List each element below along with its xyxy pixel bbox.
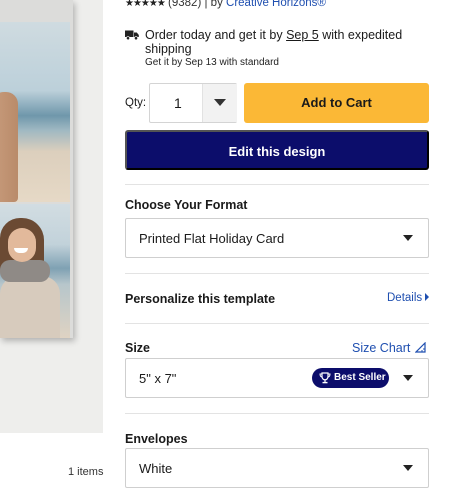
brand-link[interactable]: Creative Horizons®	[226, 0, 326, 9]
items-count: 1 items	[68, 466, 104, 478]
photo-person	[0, 92, 18, 202]
divider	[125, 184, 429, 185]
chevron-right-icon	[425, 293, 430, 301]
photo-scarf	[0, 260, 50, 282]
quantity-value: 1	[174, 95, 182, 111]
add-to-cart-button[interactable]: Add to Cart	[244, 83, 429, 123]
envelopes-title: Envelopes	[125, 432, 188, 446]
envelopes-value: White	[139, 461, 173, 476]
by-label: | by	[204, 0, 223, 9]
chevron-down-icon	[403, 235, 413, 241]
product-preview	[0, 0, 103, 500]
delivery-text-before: Order today and get it by	[145, 28, 283, 42]
rating-row: ★★★★★ (9382) | by Creative Horizons®	[125, 0, 326, 9]
size-title: Size	[125, 341, 151, 355]
photo-face	[8, 228, 36, 262]
personalize-title: Personalize this template	[125, 292, 276, 306]
best-seller-badge: Best Seller	[312, 368, 389, 388]
chevron-down-icon	[214, 99, 226, 106]
delivery-expedited: Order today and get it by Sep 5 with exp…	[145, 28, 425, 56]
chevron-down-icon	[403, 465, 413, 471]
rating-stars[interactable]: ★★★★★	[125, 0, 166, 9]
best-seller-label: Best Seller	[334, 372, 386, 383]
qty-label: Qty:	[125, 97, 147, 109]
photo-sweater	[0, 276, 60, 338]
format-title: Choose Your Format	[125, 198, 248, 212]
trophy-icon	[319, 372, 331, 384]
card-photo-bottom	[0, 204, 70, 338]
chevron-down-icon	[403, 375, 413, 381]
card-photo-top	[0, 22, 70, 202]
quantity-select[interactable]: 1	[149, 83, 237, 123]
size-select[interactable]: 5" x 7" Best Seller	[125, 358, 429, 398]
size-chart-label: Size Chart	[352, 341, 411, 355]
format-value: Printed Flat Holiday Card	[139, 231, 285, 246]
divider	[125, 413, 429, 414]
divider	[125, 323, 429, 324]
review-count[interactable]: (9382)	[168, 0, 201, 9]
delivery-date-link[interactable]: Sep 5	[286, 28, 319, 42]
divider	[125, 273, 429, 274]
details-link-label: Details	[387, 292, 423, 304]
truck-icon	[125, 30, 139, 40]
size-value: 5" x 7"	[139, 371, 177, 386]
size-chart-link[interactable]: Size Chart	[352, 341, 426, 355]
delivery-standard: Get it by Sep 13 with standard	[145, 57, 279, 68]
details-link[interactable]: Details	[387, 292, 430, 304]
envelopes-select[interactable]: White	[125, 448, 429, 488]
format-select[interactable]: Printed Flat Holiday Card	[125, 218, 429, 258]
ruler-icon	[415, 342, 426, 353]
edit-design-button[interactable]: Edit this design	[125, 130, 429, 170]
quantity-dropdown-button[interactable]	[202, 84, 237, 122]
